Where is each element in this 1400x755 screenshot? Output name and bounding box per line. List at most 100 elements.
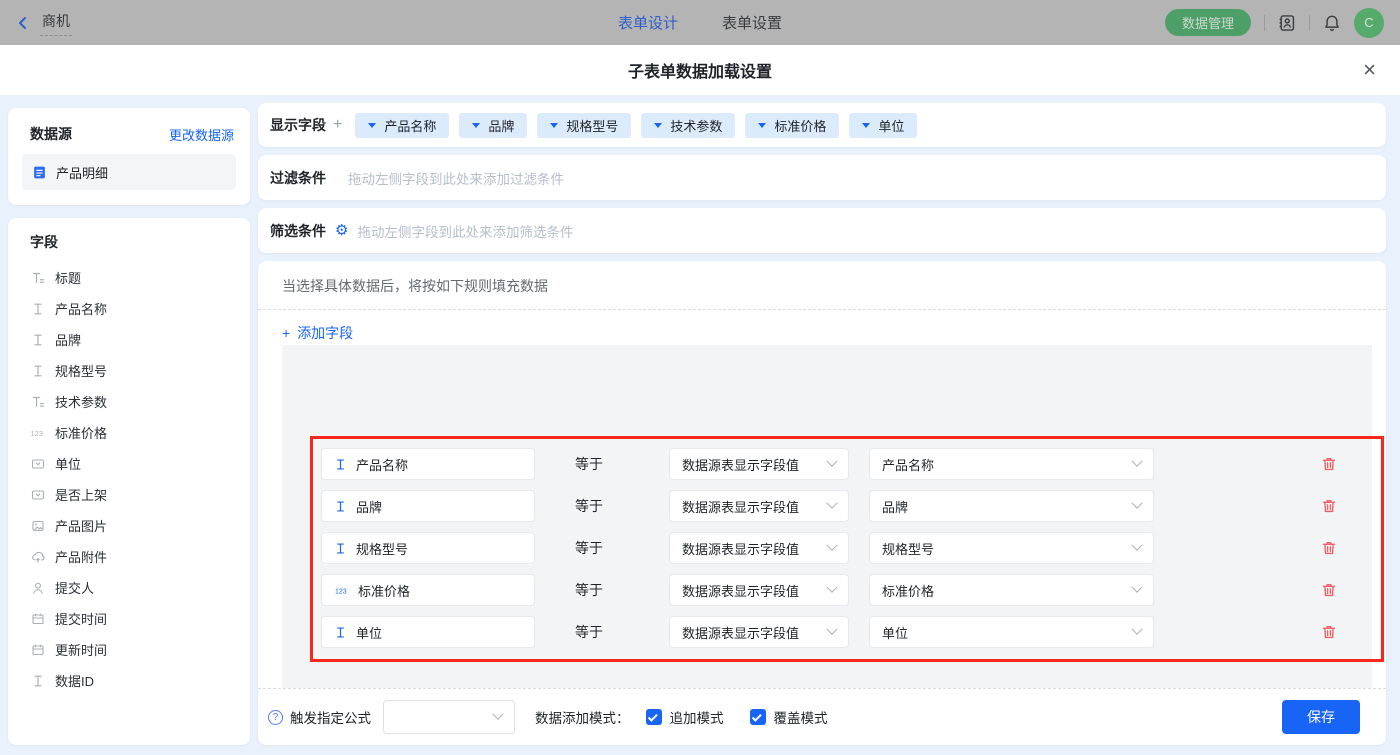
number-field-icon: 123 [334, 584, 349, 597]
data-add-mode-label: 数据添加模式： [535, 707, 630, 727]
text-field-icon [334, 626, 347, 639]
value-source-select[interactable]: 数据源表显示字段值 [669, 448, 849, 480]
text-field-icon [30, 364, 45, 378]
rule-field-input[interactable]: 123 标准价格 [321, 574, 535, 606]
rule-field-input[interactable]: 品牌 [321, 490, 535, 522]
rule-field-input[interactable]: 产品名称 [321, 448, 535, 480]
chevron-down-icon [1131, 582, 1142, 593]
select-field-icon [30, 488, 45, 502]
fields-panel: 字段 标题 产品名称 品牌 规格型号 技术参数 1 [8, 218, 250, 745]
field-item-standard-price[interactable]: 123 标准价格 [8, 417, 250, 448]
image-field-icon [30, 519, 45, 533]
field-item-title[interactable]: 标题 [8, 262, 250, 293]
form-name[interactable]: 商机 [40, 9, 72, 36]
field-item-update-time[interactable]: 更新时间 [8, 634, 250, 665]
source-field-select[interactable]: 单位 [869, 616, 1154, 648]
data-manage-button[interactable]: 数据管理 [1165, 9, 1251, 36]
delete-rule-trash-icon[interactable] [1321, 498, 1337, 514]
value-source-select[interactable]: 数据源表显示字段值 [669, 490, 849, 522]
chip-standard-price[interactable]: 标准价格 [745, 113, 839, 138]
field-item-product-name[interactable]: 产品名称 [8, 293, 250, 324]
plus-icon: + [282, 325, 290, 341]
rule-row: 单位 等于 数据源表显示字段值 单位 [313, 611, 1381, 653]
chip-product-name[interactable]: 产品名称 [355, 113, 449, 138]
value-source-select[interactable]: 数据源表显示字段值 [669, 574, 849, 606]
save-button[interactable]: 保存 [1282, 700, 1360, 734]
source-field-select[interactable]: 产品名称 [869, 448, 1154, 480]
chip-brand[interactable]: 品牌 [459, 113, 527, 138]
screen-condition-row: 筛选条件 ⚙ 拖动左侧字段到此处来添加筛选条件 [258, 208, 1386, 253]
value-source-select[interactable]: 数据源表显示字段值 [669, 616, 849, 648]
gear-icon[interactable]: ⚙ [335, 223, 348, 238]
field-item-product-image[interactable]: 产品图片 [8, 510, 250, 541]
help-question-icon[interactable]: ? [268, 710, 283, 725]
datasource-panel: 数据源 更改数据源 产品明细 [8, 108, 250, 205]
field-item-spec-model[interactable]: 规格型号 [8, 355, 250, 386]
svg-text:123: 123 [31, 429, 44, 438]
notification-bell-icon[interactable] [1323, 14, 1341, 32]
formula-select[interactable] [383, 700, 515, 734]
chip-spec-model[interactable]: 规格型号 [537, 113, 631, 138]
checkbox-checked-icon [750, 709, 766, 725]
chevron-down-icon [472, 123, 480, 128]
field-item-data-id[interactable]: 数据ID [8, 665, 250, 696]
filter-drop-placeholder[interactable]: 拖动左侧字段到此处来添加过滤条件 [348, 168, 564, 188]
tab-form-settings[interactable]: 表单设置 [722, 12, 782, 33]
text-field-icon [30, 333, 45, 347]
chevron-down-icon [550, 123, 558, 128]
filter-condition-label: 过滤条件 [270, 168, 326, 188]
chevron-down-icon [1131, 498, 1142, 509]
rule-field-input[interactable]: 单位 [321, 616, 535, 648]
modal-body: 数据源 更改数据源 产品明细 字段 标题 产品名称 品牌 [0, 95, 1400, 755]
field-list: 标题 产品名称 品牌 规格型号 技术参数 123 标准价格 [8, 262, 250, 696]
operator-label: 等于 [575, 622, 635, 642]
trigger-formula-label: 触发指定公式 [290, 707, 371, 727]
field-item-on-shelf[interactable]: 是否上架 [8, 479, 250, 510]
source-field-select[interactable]: 规格型号 [869, 532, 1154, 564]
chevron-down-icon [654, 123, 662, 128]
operator-label: 等于 [575, 538, 635, 558]
tab-form-design[interactable]: 表单设计 [618, 12, 678, 33]
field-item-submitter[interactable]: 提交人 [8, 572, 250, 603]
modal-title: 子表单数据加载设置 [628, 58, 772, 82]
operator-label: 等于 [575, 580, 635, 600]
chevron-down-icon [758, 123, 766, 128]
delete-rule-trash-icon[interactable] [1321, 624, 1337, 640]
text-field-icon [334, 458, 347, 471]
textarea-field-icon [30, 271, 45, 285]
rules-footer: ? 触发指定公式 数据添加模式： 追加模式 覆盖模式 [258, 689, 1386, 745]
delete-rule-trash-icon[interactable] [1321, 540, 1337, 556]
filter-condition-row: 过滤条件 拖动左侧字段到此处来添加过滤条件 [258, 155, 1386, 200]
value-source-select[interactable]: 数据源表显示字段值 [669, 532, 849, 564]
add-display-field-button[interactable]: + [333, 116, 342, 134]
screen-condition-label: 筛选条件 [270, 221, 326, 241]
screen-drop-placeholder[interactable]: 拖动左侧字段到此处来添加筛选条件 [357, 221, 573, 241]
contacts-icon[interactable] [1278, 14, 1296, 32]
append-mode-checkbox[interactable]: 追加模式 [646, 707, 724, 727]
field-item-tech-params[interactable]: 技术参数 [8, 386, 250, 417]
chevron-down-icon [826, 456, 837, 467]
designer-tabs: 表单设计 表单设置 [618, 12, 782, 33]
chip-unit[interactable]: 单位 [849, 113, 917, 138]
delete-rule-trash-icon[interactable] [1321, 582, 1337, 598]
field-item-brand[interactable]: 品牌 [8, 324, 250, 355]
overwrite-mode-checkbox[interactable]: 覆盖模式 [750, 707, 828, 727]
delete-rule-trash-icon[interactable] [1321, 456, 1337, 472]
field-item-product-attachment[interactable]: 产品附件 [8, 541, 250, 572]
chevron-down-icon [826, 624, 837, 635]
date-field-icon [30, 612, 45, 626]
user-avatar[interactable]: C [1354, 8, 1384, 38]
close-icon[interactable]: × [1363, 59, 1376, 81]
source-field-select[interactable]: 品牌 [869, 490, 1154, 522]
field-item-submit-time[interactable]: 提交时间 [8, 603, 250, 634]
add-field-button[interactable]: + 添加字段 [282, 323, 353, 343]
text-field-icon [334, 500, 347, 513]
operator-label: 等于 [575, 454, 635, 474]
back-chevron-icon[interactable] [16, 16, 30, 30]
rule-field-input[interactable]: 规格型号 [321, 532, 535, 564]
source-field-select[interactable]: 标准价格 [869, 574, 1154, 606]
datasource-item[interactable]: 产品明细 [22, 154, 236, 190]
change-datasource-link[interactable]: 更改数据源 [169, 125, 234, 144]
chip-tech-params[interactable]: 技术参数 [641, 113, 735, 138]
field-item-unit[interactable]: 单位 [8, 448, 250, 479]
